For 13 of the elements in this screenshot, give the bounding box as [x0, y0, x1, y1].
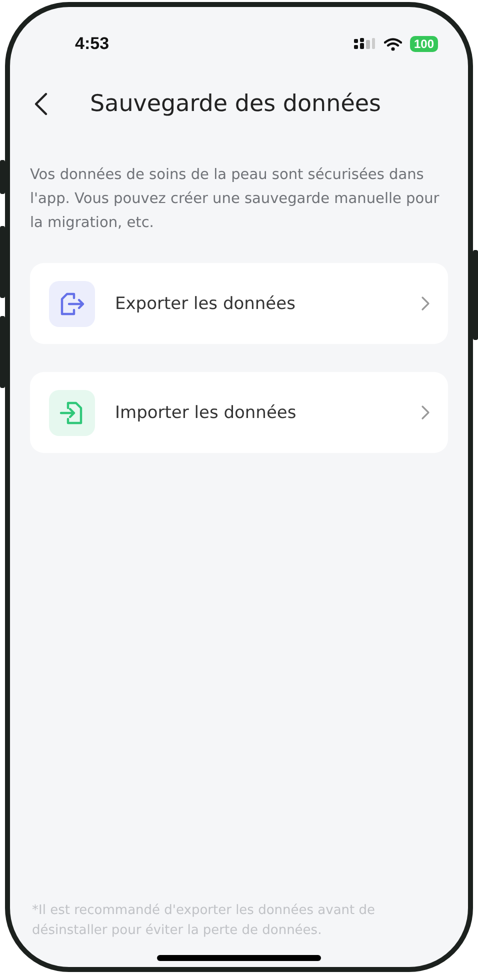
import-icon [49, 390, 95, 436]
description-text: Vos données de soins de la peau sont sécurisées dans l'app. Vous pouvez créer une sauvegarde manuelle pour la migration, etc. [30, 166, 440, 233]
status-time: 4:53 [75, 34, 110, 54]
battery-indicator: 100 [410, 36, 438, 52]
menu-row[interactable]: Exporter les données [30, 263, 448, 344]
wifi-icon [384, 38, 402, 50]
chevron-icon [421, 405, 430, 420]
menu-row[interactable]: Importer les données [30, 372, 448, 453]
page-title: Sauvegarde des données [90, 91, 381, 117]
back-button[interactable] [34, 92, 48, 116]
signal-icon [354, 38, 376, 50]
chevron-icon [421, 296, 430, 311]
export-icon [49, 280, 95, 326]
